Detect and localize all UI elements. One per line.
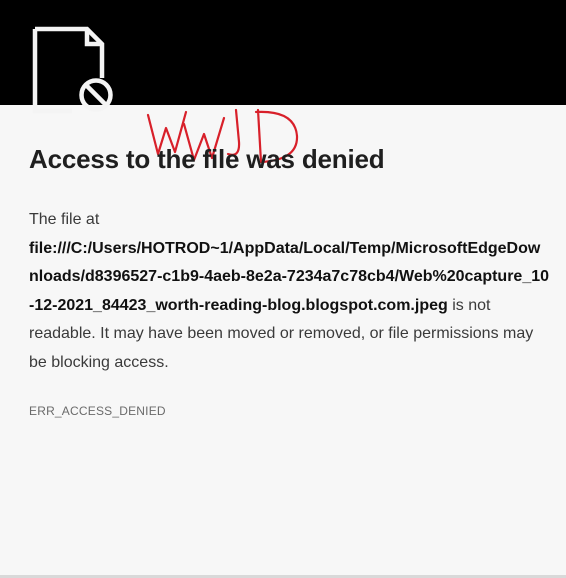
message-prefix: The file at <box>29 211 100 228</box>
file-blocked-icon <box>32 26 113 114</box>
error-code: ERR_ACCESS_DENIED <box>29 403 166 418</box>
page-title: Access to the file was denied <box>29 144 385 174</box>
error-content: Access to the file was denied The file a… <box>29 138 549 418</box>
error-message: The file at file:///C:/Users/HOTROD~1/Ap… <box>29 206 549 378</box>
